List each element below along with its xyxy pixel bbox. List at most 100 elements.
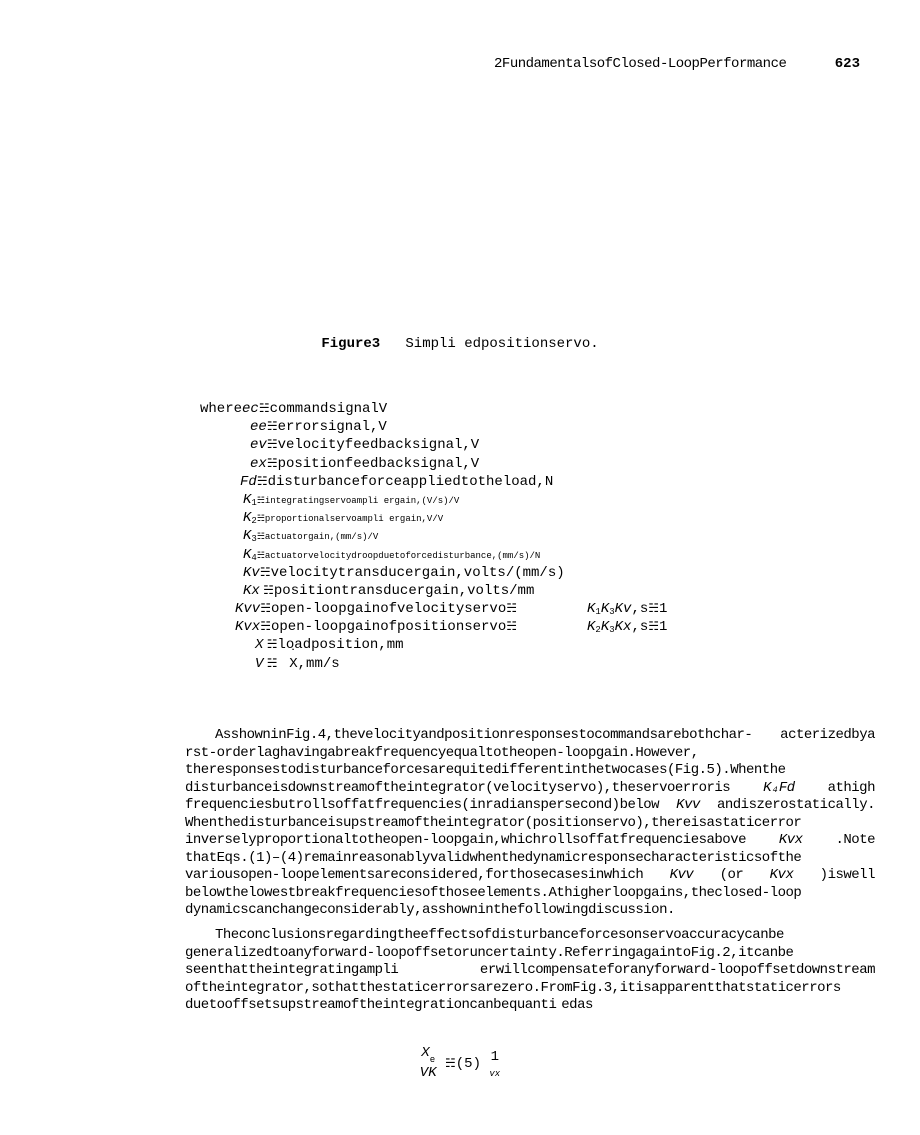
equals-glyph: ​ ☵ xyxy=(260,583,274,599)
def-k3: actuatorgain,(mm/s)/V xyxy=(265,532,378,544)
def-row-x: X ​ ☵ loadposition,mm xyxy=(200,636,860,654)
sym-ex: ex xyxy=(250,455,267,473)
def-row-k2: K2 ☵ proportionalservoampli ergain,V/V xyxy=(200,509,860,527)
def-row-v: V ☵ ˙ X,mm/s xyxy=(200,655,860,673)
def-k4: actuatorvelocitydroopduetoforcedisturban… xyxy=(265,551,540,563)
variable-definitions: where ec ​☵ commandsignalV ee ​☵ errorsi… xyxy=(200,400,860,673)
p1-kvv2: Kvv xyxy=(670,867,720,883)
page-number: 623 xyxy=(835,56,860,72)
def-row: ee ​☵ errorsignal,V xyxy=(200,418,860,436)
def-row-k4: K4 ☵ actuatorvelocitydroopduetoforcedist… xyxy=(200,546,860,564)
sym-x: X xyxy=(255,636,263,654)
sym-ev: ev xyxy=(250,436,267,454)
rhs-k3b: K xyxy=(601,618,609,636)
minus-glyph: ☵ xyxy=(648,601,659,617)
minus-glyph: ☵ xyxy=(648,619,659,635)
eq-rhs-sub: vx xyxy=(489,1069,500,1081)
eq-num-sub: e xyxy=(430,1055,435,1065)
sym-ee: ee xyxy=(250,418,267,436)
rhs-kv: Kv xyxy=(615,600,632,618)
sym-v: V xyxy=(255,655,263,673)
def-ex: positionfeedbacksignal,V xyxy=(278,455,480,473)
eq-rhs: 1 vx xyxy=(489,1048,500,1078)
eq-label: (5) xyxy=(456,1056,481,1072)
sub-4: 4 xyxy=(251,553,256,565)
def-ev: velocityfeedbacksignal,V xyxy=(278,436,480,454)
p1-kvx2: Kvx xyxy=(770,867,794,883)
def-row-kvv: Kvv ​☵ open-loopgainofvelocityservo ☵ K1… xyxy=(200,600,860,618)
sub-2: 2 xyxy=(251,516,256,528)
p1-kvv: Kvv xyxy=(676,797,700,813)
def-row-kv: Kv ​☵ velocitytransducergain,volts/(mm/s… xyxy=(200,564,860,582)
def-k1: integratingservoampli ergain,(V/s)/V xyxy=(265,496,459,508)
page-header: 2FundamentalsofClosed-LoopPerformance 62… xyxy=(360,55,860,73)
def-row: ex ​☵ positionfeedbacksignal,V xyxy=(200,455,860,473)
def-ec: commandsignalV xyxy=(270,400,388,418)
eq-lhs: Xe VK xyxy=(420,1044,437,1083)
equation-5: Xe VK ☵(5) 1 vx xyxy=(0,1044,920,1083)
def-ee: errorsignal,V xyxy=(278,418,387,436)
equals-glyph: ☵ xyxy=(257,531,265,543)
def-kv: velocitytransducergain,volts/(mm/s) xyxy=(271,564,565,582)
def-row: ev ​☵ velocityfeedbacksignal,V xyxy=(200,436,860,454)
equals-glyph: ​☵ xyxy=(267,437,278,453)
rhs-sub2: 2 xyxy=(595,625,600,637)
sym-k: K xyxy=(243,509,251,527)
sym-kx: Kx xyxy=(243,582,260,600)
body-paragraph-2: Theconclusionsregardingtheeffectsofdistu… xyxy=(185,927,875,1015)
eq-rhs-num: 1 xyxy=(489,1048,500,1066)
equals-glyph: ​☵ xyxy=(267,419,278,435)
where-lead: where xyxy=(200,400,242,418)
def-row-k3: K3 ☵ actuatorgain,(mm/s)/V xyxy=(200,527,860,545)
sym-kvv: Kvv xyxy=(235,600,260,618)
def-k2: proportionalservoampli ergain,V/V xyxy=(265,514,443,526)
rhs-sub1: 1 xyxy=(595,607,600,619)
rhs-exp: 1 xyxy=(659,618,667,636)
def-row-kvx: Kvx ​☵ open-loopgainofpositionservo ☵ K2… xyxy=(200,618,860,636)
def-row: Fd ​☵ disturbanceforceappliedtotheload,N xyxy=(200,473,860,491)
equals-glyph: ☵ xyxy=(506,601,517,617)
def-row-kx: Kx ​ ☵ positiontransducergain,volts/mm xyxy=(200,582,860,600)
figure-caption: Figure3 Simpli edpositionservo. xyxy=(0,335,920,353)
p1-or: (or xyxy=(720,867,744,883)
def-kvx: open-loopgainofpositionservo xyxy=(271,618,506,636)
figure-label: Figure3 xyxy=(321,336,380,352)
p1-kvx: Kvx xyxy=(779,832,803,848)
equals-glyph: ​☵ xyxy=(257,474,268,490)
rhs-unit: ,s xyxy=(631,618,648,636)
equals-glyph: ​☵ xyxy=(259,401,270,417)
sym-k: K xyxy=(243,546,251,564)
equals-glyph: ☵ xyxy=(445,1056,456,1070)
equals-glyph: ☵ xyxy=(263,656,280,672)
rhs-k3: K xyxy=(601,600,609,618)
def-row-k1: K1 ☵ integratingservoampli ergain,(V/s)/… xyxy=(200,491,860,509)
sym-fd: Fd xyxy=(240,473,257,491)
p1-k4fd: K₄Fd xyxy=(763,780,827,796)
sub-1: 1 xyxy=(251,498,256,510)
sym-k: K xyxy=(243,527,251,545)
rhs-k2: K xyxy=(587,618,595,636)
equals-glyph: ​☵ xyxy=(267,456,278,472)
sym-kvx: Kvx xyxy=(235,618,260,636)
eq-num-a: X xyxy=(421,1045,429,1061)
rhs-kx: Kx xyxy=(615,618,632,636)
header-section: 2FundamentalsofClosed-LoopPerformance xyxy=(494,56,786,72)
dot: ˙ xyxy=(289,647,297,665)
figure-caption-text: Simpli edpositionservo. xyxy=(405,336,598,352)
def-kvv: open-loopgainofvelocityservo xyxy=(271,600,506,618)
equals-glyph: ☵ xyxy=(257,495,265,507)
p2-text: Theconclusionsregardingtheeffectsofdistu… xyxy=(185,927,875,1013)
def-row: where ec ​☵ commandsignalV xyxy=(200,400,860,418)
rhs-exp: 1 xyxy=(659,600,667,618)
equals-glyph: ​☵ xyxy=(260,601,271,617)
equals-glyph: ☵ xyxy=(257,550,265,562)
rhs-sub3b: 3 xyxy=(609,625,614,637)
sub-3: 3 xyxy=(251,534,256,546)
equals-glyph: ​☵ xyxy=(260,619,271,635)
equals-glyph: ​☵ xyxy=(260,565,271,581)
rhs-sub3: 3 xyxy=(609,607,614,619)
rhs-k1: K xyxy=(587,600,595,618)
body-paragraph-1: AsshowninFig.4,thevelocityandpositionres… xyxy=(185,727,875,920)
sym-kv: Kv xyxy=(243,564,260,582)
rhs-unit: ,s xyxy=(631,600,648,618)
